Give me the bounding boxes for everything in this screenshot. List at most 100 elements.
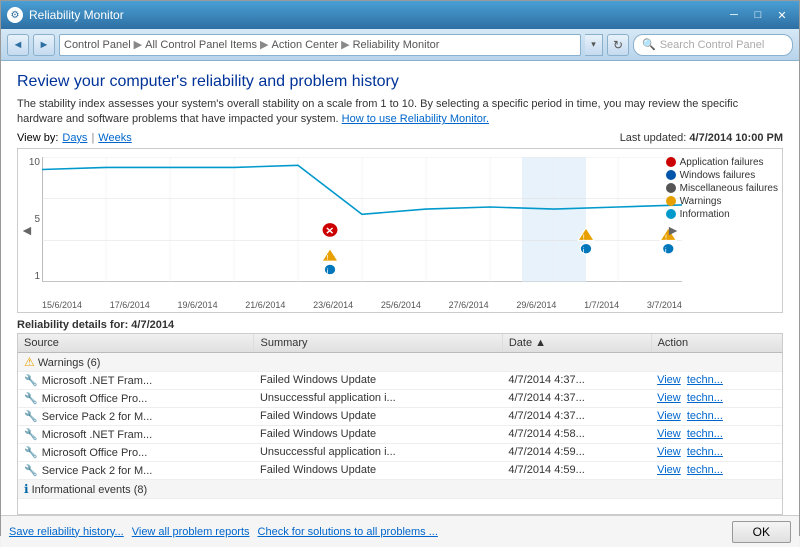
view-link[interactable]: View (657, 392, 681, 404)
table-row[interactable]: 🔧Microsoft .NET Fram... Failed Windows U… (18, 425, 782, 443)
minimize-button[interactable]: ─ (723, 6, 745, 24)
view-by: View by: Days | Weeks Last updated: 4/7/… (17, 132, 783, 144)
view-link[interactable]: View (657, 428, 681, 440)
stability-line-svg: ✕ ! i ! i ! i (42, 157, 682, 282)
cell-summary: Unsuccessful application i... (254, 389, 502, 407)
x-label-1: 17/6/2014 (110, 300, 150, 310)
view-link[interactable]: View (657, 464, 681, 476)
cell-date: 4/7/2014 4:37... (502, 407, 651, 425)
cell-source: 🔧Microsoft Office Pro... (18, 389, 254, 407)
view-days-link[interactable]: Days (62, 132, 87, 144)
footer: Save reliability history... View all pro… (1, 515, 799, 547)
legend-label-warn: Warnings (680, 196, 722, 207)
cell-action: View techn... (651, 371, 782, 389)
address-field[interactable]: Control Panel ▶ All Control Panel Items … (59, 34, 581, 56)
view-weeks-link[interactable]: Weeks (98, 132, 131, 144)
cell-date: 4/7/2014 4:59... (502, 443, 651, 461)
legend-information: Information (666, 209, 778, 220)
view-by-label: View by: (17, 132, 58, 144)
view-link[interactable]: View (657, 374, 681, 386)
title-bar-left: ⚙ Reliability Monitor (7, 7, 124, 23)
view-link[interactable]: View (657, 446, 681, 458)
legend-label-misc: Miscellaneous failures (680, 183, 778, 194)
x-label-4: 23/6/2014 (313, 300, 353, 310)
x-label-3: 21/6/2014 (245, 300, 285, 310)
last-updated-value: 4/7/2014 10:00 PM (689, 132, 783, 144)
title-bar: ⚙ Reliability Monitor ─ □ ✕ (1, 1, 799, 29)
cell-summary: Failed Windows Update (254, 407, 502, 425)
reliability-chart[interactable]: 10 5 1 ✕ (17, 148, 783, 313)
table-row[interactable]: 🔧Microsoft Office Pro... Unsuccessful ap… (18, 443, 782, 461)
x-label-7: 29/6/2014 (516, 300, 556, 310)
cell-action: View techn... (651, 425, 782, 443)
cell-summary: Failed Windows Update (254, 371, 502, 389)
main-content: Review your computer's reliability and p… (1, 61, 799, 515)
cell-action: View techn... (651, 407, 782, 425)
techn-link[interactable]: techn... (687, 464, 723, 476)
cell-source: 🔧Service Pack 2 for M... (18, 461, 254, 479)
chart-nav-left[interactable]: ◄ (20, 222, 34, 238)
breadcrumb-4: Reliability Monitor (353, 39, 440, 51)
breadcrumb-2: All Control Panel Items (145, 39, 257, 51)
table-header-row: Source Summary Date ▲ Action (18, 334, 782, 353)
x-label-8: 1/7/2014 (584, 300, 619, 310)
ok-button[interactable]: OK (732, 521, 791, 543)
cell-date: 4/7/2014 4:59... (502, 461, 651, 479)
y-label-10: 10 (29, 157, 42, 168)
techn-link[interactable]: techn... (687, 374, 723, 386)
breadcrumb-1: Control Panel (64, 39, 131, 51)
cell-action: View techn... (651, 389, 782, 407)
view-by-left: View by: Days | Weeks (17, 132, 132, 144)
address-dropdown[interactable]: ▾ (585, 34, 603, 56)
techn-link[interactable]: techn... (687, 410, 723, 422)
chart-nav-right[interactable]: ► (666, 222, 680, 238)
table-row[interactable]: 🔧Microsoft .NET Fram... Failed Windows U… (18, 371, 782, 389)
col-source[interactable]: Source (18, 334, 254, 353)
col-date[interactable]: Date ▲ (502, 334, 651, 353)
reliability-table: Source Summary Date ▲ Action ⚠ Warnings … (18, 334, 782, 499)
view-link[interactable]: View (657, 410, 681, 422)
forward-button[interactable]: ► (33, 34, 55, 56)
cell-summary: Failed Windows Update (254, 461, 502, 479)
table-row[interactable]: 🔧Microsoft Office Pro... Unsuccessful ap… (18, 389, 782, 407)
search-box[interactable]: 🔍 Search Control Panel (633, 34, 793, 56)
app-icon: ⚙ (7, 7, 23, 23)
y-label-5: 5 (34, 214, 42, 225)
techn-link[interactable]: techn... (687, 392, 723, 404)
description: The stability index assesses your system… (17, 97, 783, 128)
window-title: Reliability Monitor (29, 8, 124, 22)
col-summary[interactable]: Summary (254, 334, 502, 353)
close-button[interactable]: ✕ (771, 6, 793, 24)
search-placeholder: Search Control Panel (660, 39, 765, 51)
group-row-informational[interactable]: ℹ Informational events (8) (18, 479, 782, 498)
info-group-icon: ℹ (24, 482, 29, 496)
window-controls: ─ □ ✕ (723, 6, 793, 24)
svg-text:!: ! (327, 253, 329, 262)
cell-summary: Failed Windows Update (254, 425, 502, 443)
table-row[interactable]: 🔧Service Pack 2 for M... Failed Windows … (18, 407, 782, 425)
table-row[interactable]: 🔧Service Pack 2 for M... Failed Windows … (18, 461, 782, 479)
how-to-link[interactable]: How to use Reliability Monitor. (342, 113, 489, 125)
group-row-warnings[interactable]: ⚠ Warnings (6) (18, 352, 782, 371)
legend-label-info: Information (680, 209, 730, 220)
y-label-1: 1 (34, 271, 42, 282)
cell-summary: Unsuccessful application i... (254, 443, 502, 461)
cell-date: 4/7/2014 4:37... (502, 389, 651, 407)
maximize-button[interactable]: □ (747, 6, 769, 24)
cell-date: 4/7/2014 4:37... (502, 371, 651, 389)
techn-link[interactable]: techn... (687, 428, 723, 440)
legend-label-win: Windows failures (680, 170, 756, 181)
col-action[interactable]: Action (651, 334, 782, 353)
legend-dot-app (666, 157, 676, 167)
refresh-button[interactable]: ↻ (607, 34, 629, 56)
techn-link[interactable]: techn... (687, 446, 723, 458)
x-label-0: 15/6/2014 (42, 300, 82, 310)
y-axis-labels: 10 5 1 (20, 157, 42, 282)
view-separator: | (91, 132, 94, 144)
page-title: Review your computer's reliability and p… (17, 73, 783, 91)
back-button[interactable]: ◄ (7, 34, 29, 56)
svg-text:i: i (665, 246, 667, 255)
svg-text:i: i (583, 246, 585, 255)
svg-text:✕: ✕ (325, 226, 334, 236)
cell-action: View techn... (651, 443, 782, 461)
